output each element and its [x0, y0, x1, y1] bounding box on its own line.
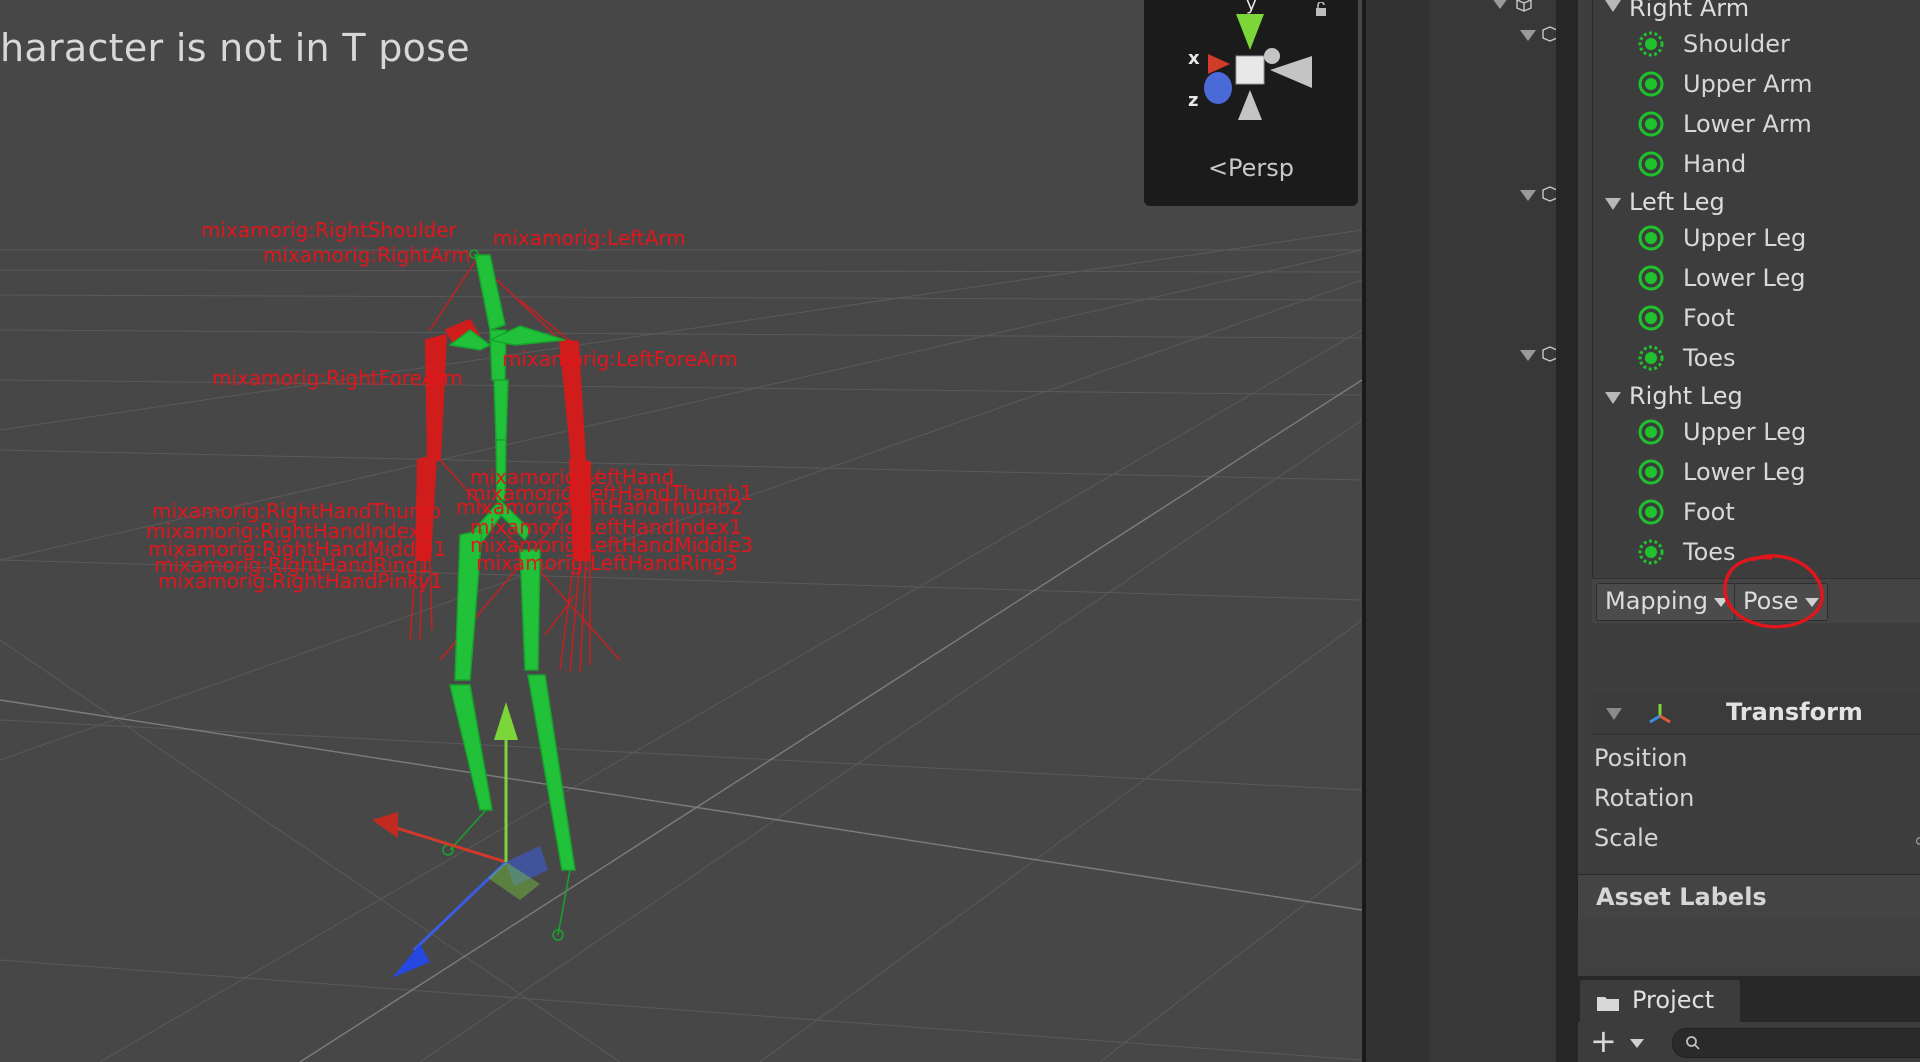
project-panel: Project + [1578, 976, 1920, 1062]
transform-icon [1649, 704, 1671, 724]
bone-label: Lower Leg [1683, 264, 1806, 292]
bone-mapped-icon [1638, 499, 1664, 525]
bone-right-lower-arm[interactable]: Lower Arm [1593, 108, 1920, 144]
scale-label: Scale [1594, 824, 1659, 852]
avatar-mapping-list[interactable]: Right Arm Shoulder Upper Arm Lower Arm H… [1592, 0, 1920, 621]
bone-label: Foot [1683, 498, 1735, 526]
bone-mapped-icon [1638, 71, 1664, 97]
gizmo-y-label: y [1246, 0, 1257, 15]
folder-icon [1597, 997, 1619, 1011]
bone-left-upper-leg[interactable]: Upper Leg [1593, 222, 1920, 258]
fold-arrow-icon[interactable] [1520, 350, 1536, 361]
transform-component-header[interactable]: Transform [1592, 694, 1920, 735]
fold-arrow-icon[interactable] [1606, 708, 1622, 720]
chevron-down-icon[interactable] [1630, 1039, 1644, 1048]
component-title: Transform [1726, 698, 1863, 726]
optional-bone-icon [1638, 31, 1664, 57]
bone-left-lower-leg[interactable]: Lower Leg [1593, 262, 1920, 298]
bone-label: Lower Leg [1683, 458, 1806, 486]
hierarchy-panel[interactable] [1366, 0, 1558, 1062]
rotation-label: Rotation [1594, 784, 1695, 812]
bone-label: Toes [1683, 344, 1736, 372]
add-button[interactable]: + [1590, 1024, 1617, 1058]
bone-mapped-icon [1638, 111, 1664, 137]
bone-label: mixamorig:LeftHandRing3 [476, 551, 738, 575]
bone-label: Shoulder [1683, 30, 1790, 58]
projection-toggle[interactable]: <Persp [1144, 154, 1358, 182]
project-search-input[interactable] [1672, 1028, 1920, 1058]
bone-label: Upper Arm [1683, 70, 1813, 98]
panel-splitter[interactable] [1556, 0, 1578, 1062]
chevron-left-icon: < [1207, 154, 1229, 182]
bone-label: Foot [1683, 304, 1735, 332]
gizmo-x-label: x [1188, 48, 1200, 69]
tab-project[interactable]: Project [1580, 980, 1740, 1022]
group-right-leg[interactable]: Right Leg [1593, 382, 1920, 420]
bone-label: mixamorig:RightForeArm [212, 366, 463, 390]
bone-right-upper-arm[interactable]: Upper Arm [1593, 68, 1920, 104]
bone-right-foot[interactable]: Foot [1593, 496, 1920, 532]
project-toolbar: + [1578, 1022, 1920, 1062]
lock-icon[interactable] [1314, 2, 1328, 16]
scene-view[interactable]: mixamorig:RightShoulder mixamorig:RightA… [0, 0, 1362, 1062]
bone-left-toes[interactable]: Toes [1593, 342, 1920, 378]
asset-labels-area [1578, 919, 1920, 975]
bone-right-shoulder[interactable]: Shoulder [1593, 28, 1920, 64]
bone-label: Hand [1683, 150, 1747, 178]
fold-arrow-icon[interactable] [1492, 0, 1508, 9]
position-label: Position [1594, 744, 1688, 772]
inspector-panel[interactable]: Right Arm Shoulder Upper Arm Lower Arm H… [1578, 0, 1920, 1062]
fold-arrow-icon[interactable] [1605, 0, 1621, 12]
bone-label: mixamorig:LeftArm [493, 226, 686, 250]
asset-labels-title: Asset Labels [1596, 883, 1767, 911]
bone-mapped-icon [1638, 305, 1664, 331]
fold-arrow-icon[interactable] [1520, 30, 1536, 41]
projection-label: Persp [1228, 154, 1295, 182]
bone-mapped-icon [1638, 265, 1664, 291]
bone-label: Lower Arm [1683, 110, 1812, 138]
asset-labels-header[interactable]: Asset Labels [1578, 874, 1920, 920]
optional-bone-icon [1638, 539, 1664, 565]
bone-label: mixamorig:RightArm [263, 243, 471, 267]
bone-label: mixamorig:RightShoulder [201, 218, 458, 242]
gameobject-icon [1516, 0, 1532, 12]
bone-label: Upper Leg [1683, 418, 1807, 446]
bone-label: mixamorig:RightHandPinky1 [158, 569, 443, 593]
bone-label: Upper Leg [1683, 224, 1807, 252]
bone-right-hand[interactable]: Hand [1593, 148, 1920, 184]
gizmo-z-label: z [1188, 90, 1198, 111]
bone-right-lower-leg[interactable]: Lower Leg [1593, 456, 1920, 492]
bone-mapped-icon [1638, 225, 1664, 251]
bone-left-foot[interactable]: Foot [1593, 302, 1920, 338]
group-label: Right Arm [1629, 0, 1750, 22]
bone-label: mixamorig:LeftForeArm [502, 347, 738, 371]
bone-mapped-icon [1638, 459, 1664, 485]
hierarchy-gutter [1366, 0, 1430, 1062]
bone-mapped-icon [1638, 419, 1664, 445]
t-pose-warning: haracter is not in T pose [0, 26, 470, 70]
tab-label: Project [1632, 986, 1715, 1014]
group-label: Left Leg [1629, 188, 1725, 216]
group-left-leg[interactable]: Left Leg [1593, 188, 1920, 226]
axis-gizmo-icon[interactable]: y x z [1144, 0, 1358, 150]
bone-mapped-icon [1638, 151, 1664, 177]
link-icon[interactable]: ∞ [1914, 828, 1920, 852]
bone-name-labels: mixamorig:RightShoulder mixamorig:RightA… [146, 218, 753, 593]
optional-bone-icon [1638, 345, 1664, 371]
mapping-label: Mapping [1605, 587, 1708, 615]
annotation-circle [1723, 554, 1824, 629]
group-label: Right Leg [1629, 382, 1743, 410]
search-icon [1686, 1036, 1700, 1050]
fold-arrow-icon[interactable] [1605, 392, 1621, 404]
fold-arrow-icon[interactable] [1605, 198, 1621, 210]
orientation-gizmo[interactable]: y x z <Persp [1144, 0, 1358, 206]
bone-right-upper-leg[interactable]: Upper Leg [1593, 416, 1920, 452]
fold-arrow-icon[interactable] [1520, 190, 1536, 201]
